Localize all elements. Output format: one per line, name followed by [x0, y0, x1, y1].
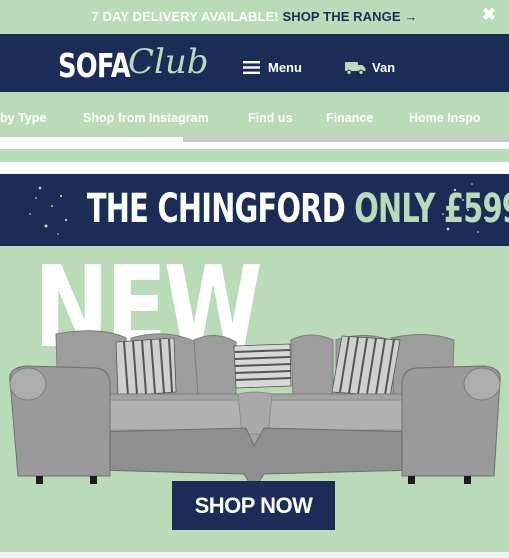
promo-bar: 7 DAY DELIVERY AVAILABLE! SHOP THE RANGE…: [0, 0, 509, 34]
promo-highlight: 7 DAY DELIVERY AVAILABLE!: [91, 9, 279, 24]
shop-now-button[interactable]: SHOP NOW: [172, 481, 335, 530]
van-button[interactable]: Van: [345, 60, 395, 75]
nav-item-find-us[interactable]: Find us: [248, 111, 292, 125]
promo-message: 7 DAY DELIVERY AVAILABLE! SHOP THE RANGE…: [0, 9, 509, 24]
banner-headline: THE CHINGFORD ONLY £599!: [0, 186, 509, 232]
logo[interactable]: SOFA Club: [58, 42, 209, 85]
close-icon[interactable]: ✖: [482, 5, 496, 25]
banner-price: ONLY £599!: [354, 186, 509, 232]
site-header: SOFA Club Menu Van: [0, 34, 509, 92]
banner-product-name: THE CHINGFORD: [86, 186, 346, 232]
logo-script: Club: [128, 42, 209, 82]
promo-banner[interactable]: THE CHINGFORD ONLY £599!: [0, 174, 509, 246]
page-bottom-edge: [0, 552, 509, 558]
logo-wordmark: SOFA: [58, 46, 131, 85]
nav-item-finance[interactable]: Finance: [326, 111, 373, 125]
van-label: Van: [372, 60, 396, 75]
divider-band: [0, 149, 509, 162]
nav-item-by-type[interactable]: by Type: [0, 111, 46, 125]
category-nav: by Type Shop from Instagram Find us Fina…: [0, 92, 509, 140]
shop-the-range-link[interactable]: SHOP THE RANGE →: [282, 9, 417, 24]
menu-button[interactable]: Menu: [243, 60, 302, 75]
hamburger-icon: [243, 61, 260, 74]
nav-item-shop-from-instagram[interactable]: Shop from Instagram: [83, 111, 209, 125]
nav-item-home-inspo[interactable]: Home Inspo: [409, 111, 481, 125]
van-icon: [345, 61, 366, 75]
hero-section: NEW SHOP NOW: [0, 246, 509, 558]
menu-label: Menu: [268, 60, 302, 75]
nav-scrollbar-thumb[interactable]: [0, 137, 184, 142]
